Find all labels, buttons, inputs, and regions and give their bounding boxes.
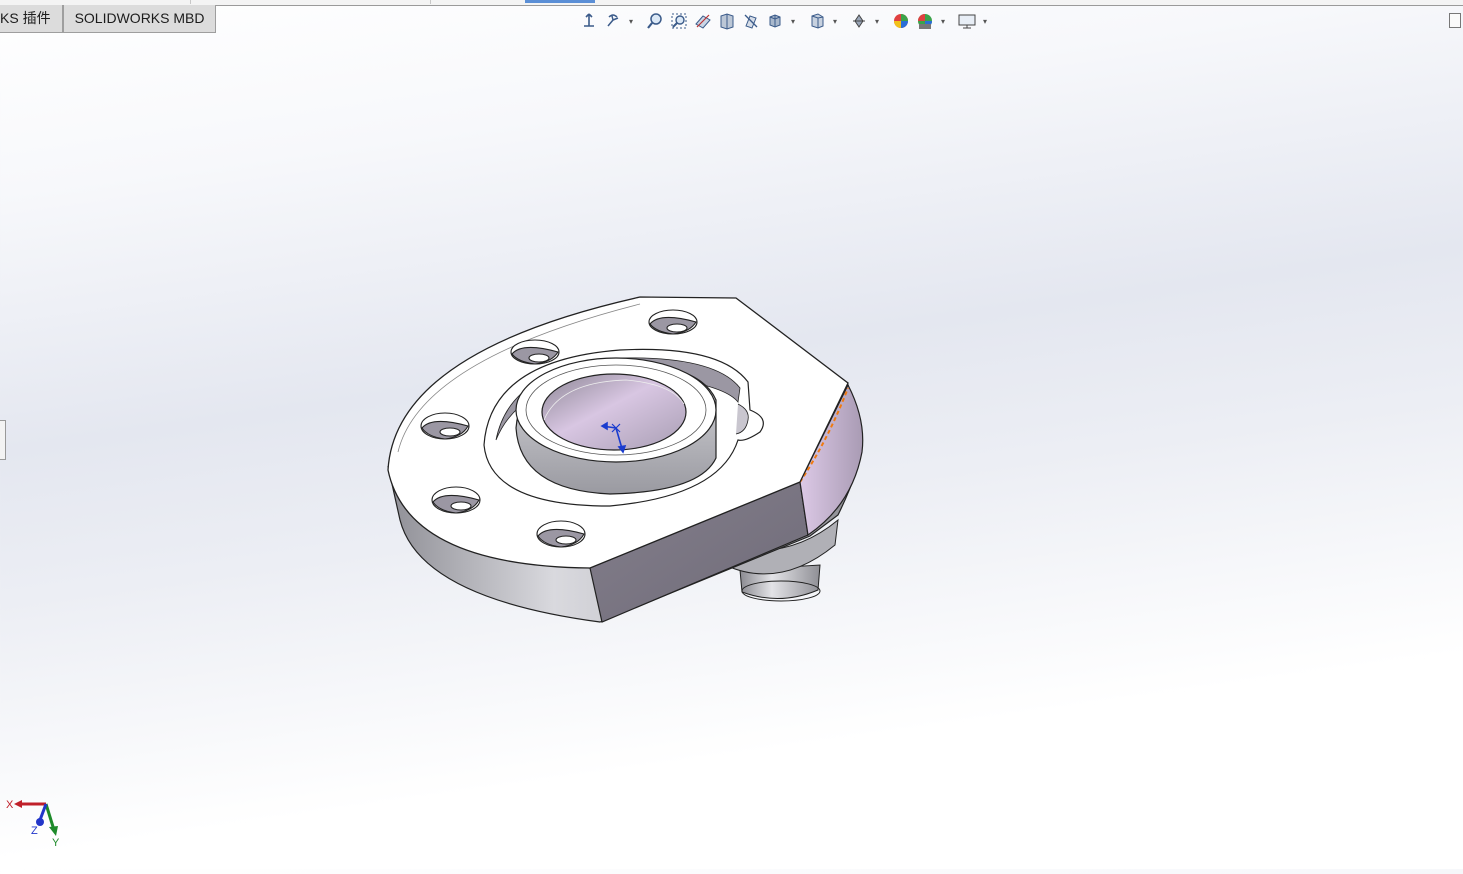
bolt-hole bbox=[431, 486, 481, 514]
monitor-icon[interactable] bbox=[955, 10, 979, 32]
window-top-strip bbox=[0, 0, 1463, 6]
bolt-hole bbox=[536, 520, 586, 548]
hide-show-items-icon[interactable] bbox=[805, 10, 829, 32]
bolt-hole bbox=[420, 412, 470, 440]
zoom-to-fit-icon[interactable] bbox=[577, 10, 601, 32]
section-view-icon[interactable] bbox=[691, 10, 715, 32]
zoom-to-area-icon[interactable] bbox=[643, 10, 667, 32]
triad-x-label: X bbox=[6, 799, 14, 811]
chevron-down-icon[interactable]: ▾ bbox=[937, 10, 949, 32]
view-orientation-icon[interactable] bbox=[739, 10, 763, 32]
graphics-area[interactable] bbox=[0, 34, 1463, 869]
triad-z-label: Z bbox=[31, 825, 38, 837]
bolt-hole bbox=[510, 339, 560, 365]
chevron-down-icon[interactable]: ▾ bbox=[787, 10, 799, 32]
command-manager-tabs: KS 插件 SOLIDWORKS MBD bbox=[0, 5, 217, 34]
rotate-view-icon[interactable] bbox=[601, 10, 625, 32]
apply-scene-icon[interactable] bbox=[889, 10, 913, 32]
chevron-down-icon[interactable]: ▾ bbox=[625, 10, 637, 32]
collapse-task-pane-icon[interactable] bbox=[1449, 13, 1461, 28]
tab-solidworks-addins[interactable]: KS 插件 bbox=[0, 5, 63, 33]
edit-appearance-icon[interactable] bbox=[847, 10, 871, 32]
active-document-indicator bbox=[525, 0, 595, 3]
flange-part-model[interactable] bbox=[0, 34, 1463, 869]
chevron-down-icon[interactable]: ▾ bbox=[871, 10, 883, 32]
chevron-down-icon[interactable]: ▾ bbox=[979, 10, 991, 32]
dynamic-annotation-views-icon[interactable] bbox=[715, 10, 739, 32]
triad-y-label: Y bbox=[52, 837, 60, 848]
view-settings-icon[interactable] bbox=[913, 10, 937, 32]
display-style-icon[interactable] bbox=[763, 10, 787, 32]
axis-triad: X Y Z bbox=[4, 796, 64, 849]
tab-solidworks-mbd[interactable]: SOLIDWORKS MBD bbox=[62, 5, 217, 33]
heads-up-view-toolbar: ▾ ▾ ▾ ▾ ▾ ▾ bbox=[577, 9, 991, 33]
previous-view-icon[interactable] bbox=[667, 10, 691, 32]
chevron-down-icon[interactable]: ▾ bbox=[829, 10, 841, 32]
bolt-hole bbox=[648, 309, 698, 335]
